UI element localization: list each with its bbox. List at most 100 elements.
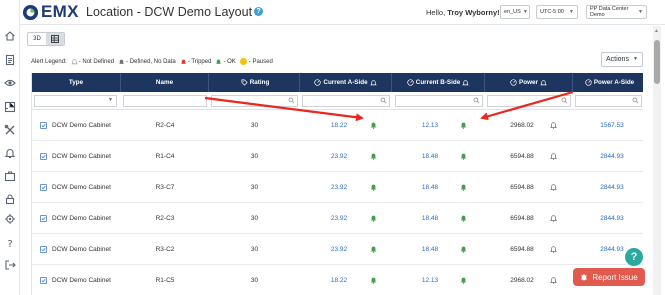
gauge-icon xyxy=(314,79,322,86)
current-a-link[interactable]: 23.92 xyxy=(319,172,359,202)
name-cell: R1-C4 xyxy=(155,152,175,160)
table-row[interactable]: DCW Demo Cabinet R1-C5 30 18.22 12.13 2968.02… xyxy=(32,265,643,295)
user-name: Troy Wyborny! xyxy=(447,8,500,17)
column-header-current-a[interactable]: Current A-Side xyxy=(300,73,392,92)
power-a-link[interactable]: 2844.93 xyxy=(592,172,632,202)
current-b-link[interactable]: 18.48 xyxy=(410,234,450,264)
table-row[interactable]: DCW Demo Cabinet R3-C2 30 23.92 18.48 6594.88… xyxy=(32,234,643,265)
bell-outline-icon[interactable] xyxy=(547,203,559,233)
bell-green-icon[interactable] xyxy=(367,110,379,140)
bell-green-icon[interactable] xyxy=(367,172,379,202)
current-b-link[interactable]: 18.48 xyxy=(410,172,450,202)
lock-icon[interactable] xyxy=(4,193,16,205)
rating-cell: 30 xyxy=(250,245,259,253)
chevron-down-icon: ▼ xyxy=(108,97,113,103)
power-cell: 6594.88 xyxy=(510,152,534,160)
logo-text: EMX xyxy=(41,2,79,21)
rating-filter-input[interactable] xyxy=(211,95,298,107)
locale-select[interactable]: en_US ▼ xyxy=(500,5,530,19)
top-header: EMX Location - DCW Demo Layout? Hello, T… xyxy=(20,0,665,25)
bell-green-icon[interactable] xyxy=(367,203,379,233)
power-a-link[interactable]: 2844.93 xyxy=(592,141,632,171)
floorplan-icon[interactable] xyxy=(4,101,16,113)
help-info-icon[interactable]: ? xyxy=(254,7,264,16)
name-cell: R1-C5 xyxy=(155,276,175,284)
power-a-link[interactable]: 2844.93 xyxy=(592,203,632,233)
name-cell: R2-C4 xyxy=(155,121,175,129)
current-a-link[interactable]: 23.92 xyxy=(319,141,359,171)
bell-green-icon[interactable] xyxy=(457,141,469,171)
bell-outline-icon[interactable] xyxy=(547,141,559,171)
current-b-link[interactable]: 12.13 xyxy=(410,110,450,140)
app-window: ? EMX Location - DCW Demo Layout? Hello,… xyxy=(0,0,665,295)
help-fab-button[interactable]: ? xyxy=(625,248,643,266)
current-a-filter-input[interactable] xyxy=(302,95,390,107)
column-header-rating[interactable]: Rating xyxy=(209,73,300,92)
datacenter-select[interactable]: PP Data Center Demo ▼ xyxy=(586,5,647,19)
bell-green-icon[interactable] xyxy=(457,265,469,295)
alert-bell-icon[interactable] xyxy=(4,147,16,159)
filter-row: ▼ xyxy=(32,92,643,110)
type-value: DCW Demo Cabinet xyxy=(52,214,111,222)
home-icon[interactable] xyxy=(4,30,16,42)
locale-value: en_US xyxy=(504,9,521,15)
bell-green-icon[interactable] xyxy=(367,234,379,264)
column-header-name[interactable]: Name xyxy=(121,73,209,92)
bell-green-icon[interactable] xyxy=(457,172,469,202)
scrollbar-thumb[interactable] xyxy=(654,40,660,84)
report-issue-button[interactable]: Report Issue xyxy=(573,268,645,286)
table-row[interactable]: DCW Demo Cabinet R3-C7 30 23.92 18.48 6594.88… xyxy=(32,172,643,203)
bell-outline-icon[interactable] xyxy=(547,110,559,140)
actions-dropdown[interactable]: Actions ▼ xyxy=(601,52,643,67)
column-header-current-b[interactable]: Current B-Side xyxy=(392,73,485,92)
current-a-link[interactable]: 18.22 xyxy=(319,110,359,140)
current-b-link[interactable]: 18.48 xyxy=(410,141,450,171)
current-b-link[interactable]: 12.13 xyxy=(410,265,450,295)
bell-green-icon[interactable] xyxy=(457,110,469,140)
eye-icon[interactable] xyxy=(4,77,16,89)
bell-outline-icon[interactable] xyxy=(547,265,559,295)
bell-green-icon[interactable] xyxy=(367,141,379,171)
bell-green-icon[interactable] xyxy=(367,265,379,295)
scroll-up-arrow-icon[interactable]: ▲ xyxy=(654,28,659,34)
column-header-type[interactable]: Type xyxy=(32,73,121,92)
power-a-link[interactable]: 1567.53 xyxy=(592,110,632,140)
reports-icon[interactable] xyxy=(4,54,16,66)
column-header-power[interactable]: Power xyxy=(485,73,573,92)
cabinet-icon xyxy=(40,121,52,129)
briefcase-icon[interactable] xyxy=(4,170,16,182)
question-icon[interactable]: ? xyxy=(4,237,16,249)
bell-outline-icon[interactable] xyxy=(547,234,559,264)
view-3d-button[interactable]: 3D xyxy=(28,33,46,45)
current-b-link[interactable]: 18.48 xyxy=(410,203,450,233)
name-filter-input[interactable] xyxy=(123,95,207,107)
tools-icon[interactable] xyxy=(4,124,16,136)
name-cell: R3-C2 xyxy=(155,245,175,253)
gear-icon[interactable] xyxy=(4,213,16,225)
current-a-link[interactable]: 23.92 xyxy=(319,203,359,233)
emx-logo-icon xyxy=(22,4,39,20)
current-a-link[interactable]: 23.92 xyxy=(319,234,359,264)
table-row[interactable]: DCW Demo Cabinet R1-C4 30 23.92 18.48 6594.88… xyxy=(32,141,643,172)
power-filter-input[interactable] xyxy=(487,95,571,107)
type-cell: DCW Demo Cabinet xyxy=(40,265,111,295)
logout-icon[interactable] xyxy=(4,259,16,271)
current-a-link[interactable]: 18.22 xyxy=(319,265,359,295)
vertical-scrollbar[interactable]: ▲ xyxy=(653,26,661,295)
bell-green-icon[interactable] xyxy=(457,203,469,233)
current-b-filter-input[interactable] xyxy=(395,95,483,107)
page-title-text: Location - DCW Demo Layout xyxy=(86,5,253,19)
timezone-select[interactable]: UTC-5:00 ▼ xyxy=(536,5,578,19)
type-value: DCW Demo Cabinet xyxy=(52,183,111,191)
bell-outline-icon[interactable] xyxy=(547,172,559,202)
column-header-power-a[interactable]: Power A-Side xyxy=(573,73,643,92)
rating-cell: 30 xyxy=(250,121,259,129)
view-grid-button[interactable] xyxy=(46,33,64,45)
emx-logo[interactable]: EMX xyxy=(22,2,79,21)
type-filter-select[interactable]: ▼ xyxy=(34,95,117,107)
table-row[interactable]: DCW Demo Cabinet R2-C3 30 23.92 18.48 6594.88… xyxy=(32,203,643,234)
bell-green-icon[interactable] xyxy=(457,234,469,264)
table-row[interactable]: DCW Demo Cabinet R2-C4 30 18.22 12.13 2968.02… xyxy=(32,110,643,141)
power-a-filter-input[interactable] xyxy=(575,95,642,107)
bug-icon xyxy=(581,274,588,281)
